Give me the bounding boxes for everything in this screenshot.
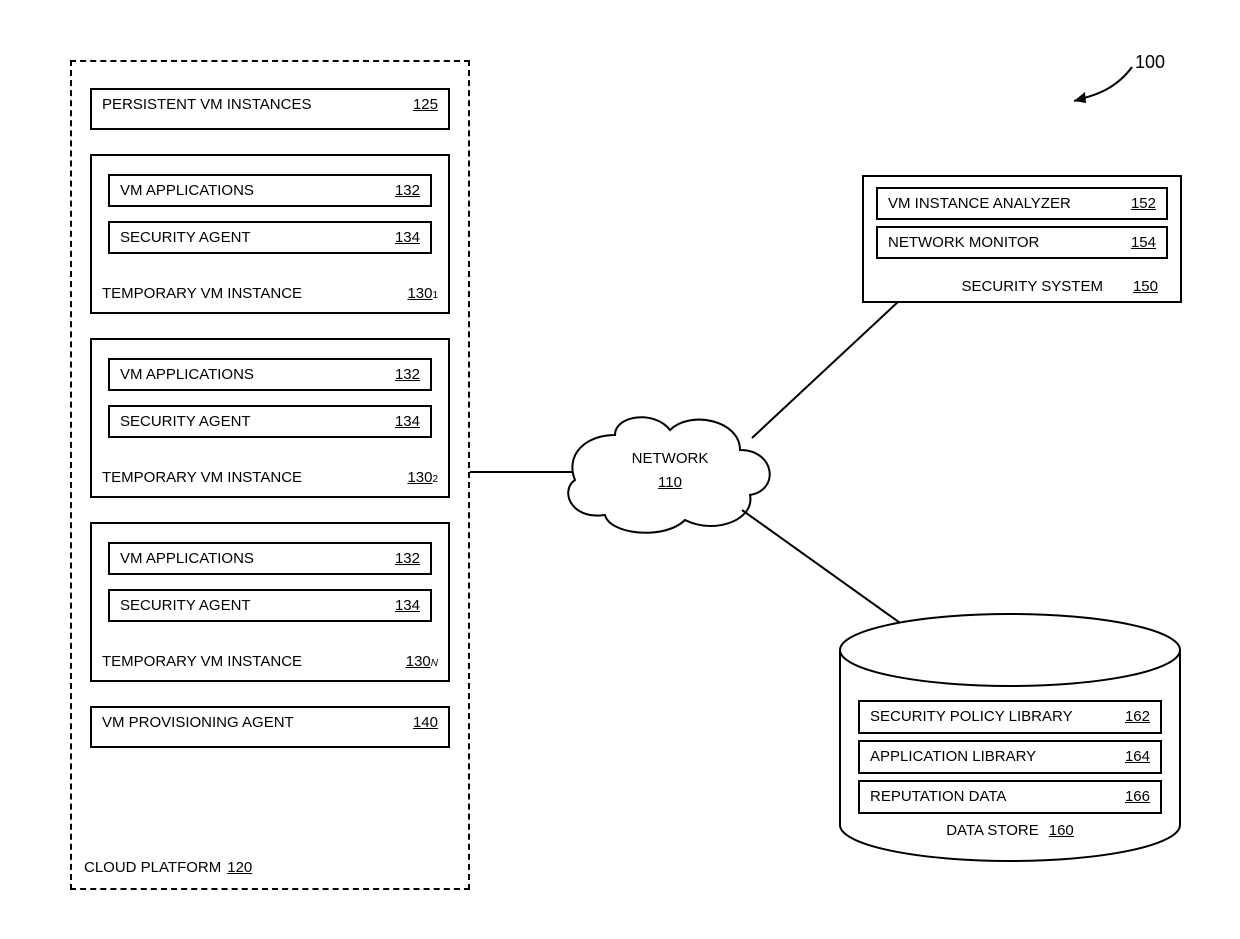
temp2-agent-ref: 134 — [395, 413, 420, 430]
data-store-label: DATA STORE — [946, 822, 1039, 839]
temp2-ref: 1302 — [407, 469, 438, 486]
tempn-label: TEMPORARY VM INSTANCE — [102, 653, 302, 670]
temp1-label: TEMPORARY VM INSTANCE — [102, 285, 302, 302]
temp2-agent-label: SECURITY AGENT — [120, 413, 251, 430]
temp-vm-instance-2: VM APPLICATIONS 132 SECURITY AGENT 134 T… — [90, 338, 450, 498]
temp2-label: TEMPORARY VM INSTANCE — [102, 469, 302, 486]
temp1-agent-ref: 134 — [395, 229, 420, 246]
temp-vm-instance-n: VM APPLICATIONS 132 SECURITY AGENT 134 T… — [90, 522, 450, 682]
figure-ref: 100 — [1135, 52, 1165, 73]
tempn-apps-ref: 132 — [395, 550, 420, 567]
cloud-platform-container: PERSISTENT VM INSTANCES 125 VM APPLICATI… — [70, 60, 470, 890]
data-store-contents: SECURITY POLICY LIBRARY 162 APPLICATION … — [858, 700, 1162, 845]
persistent-vm-instances-box: PERSISTENT VM INSTANCES 125 — [90, 88, 450, 130]
temp1-apps-box: VM APPLICATIONS 132 — [108, 174, 432, 207]
temp1-agent-box: SECURITY AGENT 134 — [108, 221, 432, 254]
security-system-box: VM INSTANCE ANALYZER 152 NETWORK MONITOR… — [862, 175, 1182, 303]
policy-label: SECURITY POLICY LIBRARY — [870, 708, 1073, 725]
temp1-apps-ref: 132 — [395, 182, 420, 199]
network-cloud-icon — [555, 395, 785, 545]
app-lib-label: APPLICATION LIBRARY — [870, 748, 1036, 765]
temp1-ref: 1301 — [407, 285, 438, 302]
cloud-platform-label: CLOUD PLATFORM — [84, 859, 221, 876]
monitor-ref: 154 — [1131, 234, 1156, 251]
temp1-apps-label: VM APPLICATIONS — [120, 182, 254, 199]
security-system-ref: 150 — [1133, 278, 1158, 295]
data-store-ref: 160 — [1049, 822, 1074, 839]
provisioning-label: VM PROVISIONING AGENT — [102, 714, 294, 731]
network-ref: 110 — [555, 474, 785, 491]
tempn-agent-ref: 134 — [395, 597, 420, 614]
analyzer-ref: 152 — [1131, 195, 1156, 212]
temp-vm-instance-1: VM APPLICATIONS 132 SECURITY AGENT 134 T… — [90, 154, 450, 314]
reputation-ref: 166 — [1125, 788, 1150, 805]
tempn-ref: 130N — [406, 653, 438, 670]
tempn-agent-box: SECURITY AGENT 134 — [108, 589, 432, 622]
temp2-agent-box: SECURITY AGENT 134 — [108, 405, 432, 438]
security-system-label: SECURITY SYSTEM — [962, 278, 1103, 295]
vm-provisioning-agent-box: VM PROVISIONING AGENT 140 — [90, 706, 450, 748]
monitor-label: NETWORK MONITOR — [888, 234, 1039, 251]
security-policy-library-box: SECURITY POLICY LIBRARY 162 — [858, 700, 1162, 734]
reputation-label: REPUTATION DATA — [870, 788, 1006, 805]
temp2-apps-ref: 132 — [395, 366, 420, 383]
tempn-apps-label: VM APPLICATIONS — [120, 550, 254, 567]
app-lib-ref: 164 — [1125, 748, 1150, 765]
analyzer-label: VM INSTANCE ANALYZER — [888, 195, 1071, 212]
policy-ref: 162 — [1125, 708, 1150, 725]
temp1-agent-label: SECURITY AGENT — [120, 229, 251, 246]
tempn-apps-box: VM APPLICATIONS 132 — [108, 542, 432, 575]
provisioning-ref: 140 — [413, 714, 438, 731]
persistent-ref: 125 — [413, 96, 438, 113]
reputation-data-box: REPUTATION DATA 166 — [858, 780, 1162, 814]
network-monitor-box: NETWORK MONITOR 154 — [876, 226, 1168, 259]
tempn-agent-label: SECURITY AGENT — [120, 597, 251, 614]
application-library-box: APPLICATION LIBRARY 164 — [858, 740, 1162, 774]
cloud-platform-ref: 120 — [227, 859, 252, 876]
temp2-apps-label: VM APPLICATIONS — [120, 366, 254, 383]
persistent-label: PERSISTENT VM INSTANCES — [102, 96, 311, 113]
temp2-apps-box: VM APPLICATIONS 132 — [108, 358, 432, 391]
vm-instance-analyzer-box: VM INSTANCE ANALYZER 152 — [876, 187, 1168, 220]
network-label: NETWORK — [555, 450, 785, 467]
